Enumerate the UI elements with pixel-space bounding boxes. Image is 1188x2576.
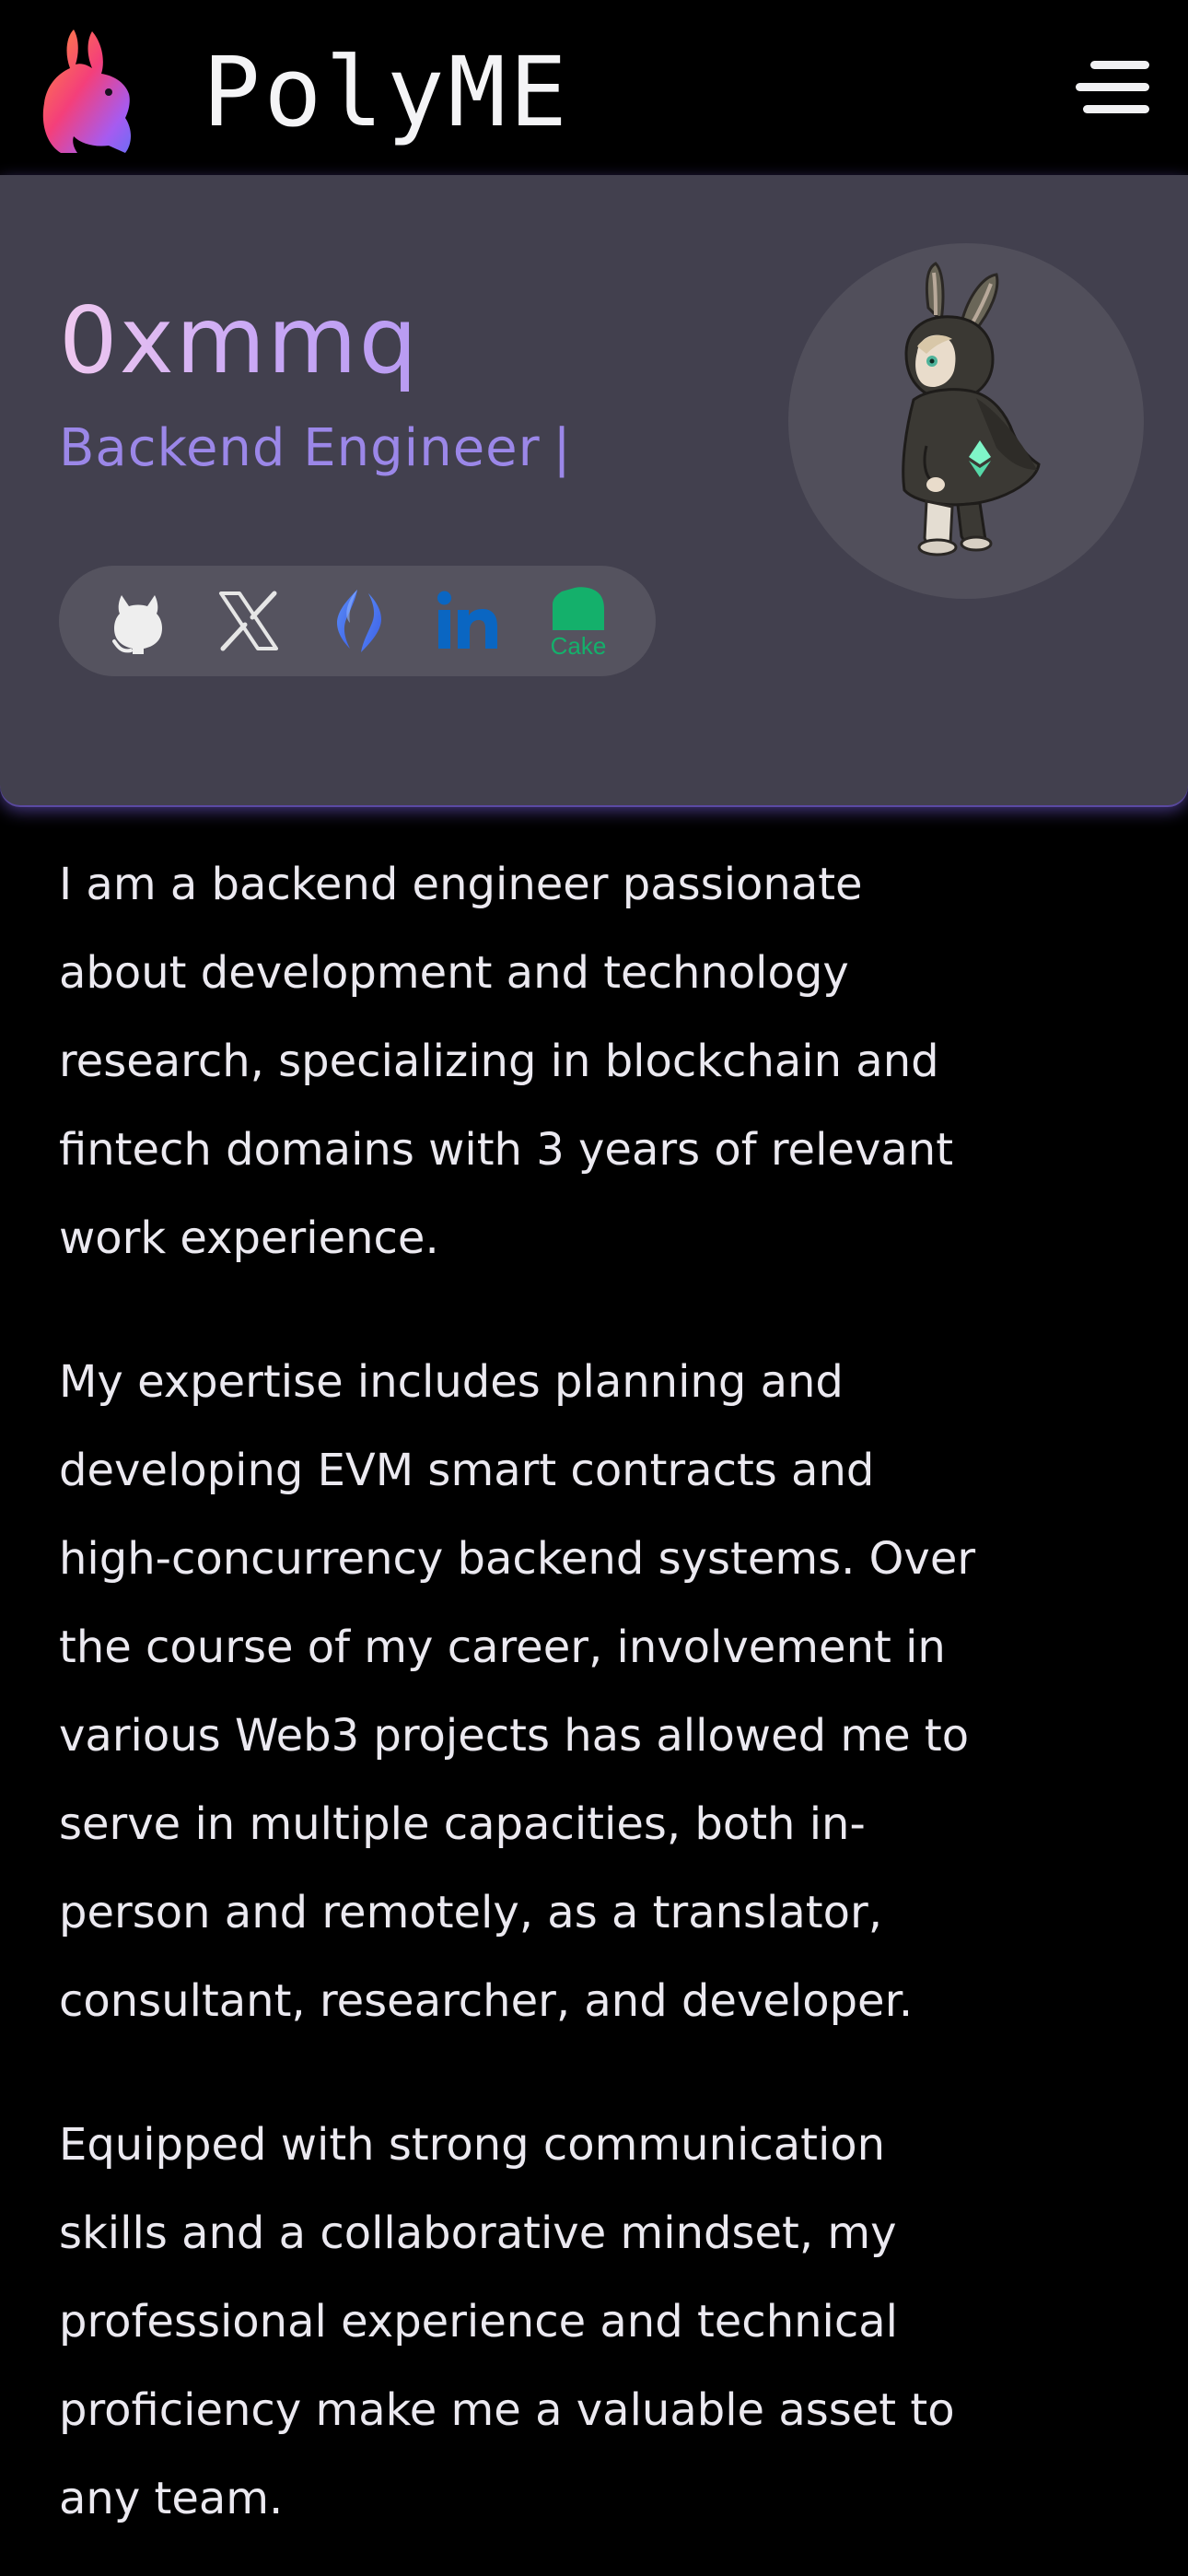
top-navigation-bar: PolyME	[0, 0, 1188, 175]
bunny-logo-icon	[42, 29, 131, 153]
cake-link[interactable]: Cake	[543, 586, 613, 660]
linkedin-icon	[437, 591, 497, 649]
ens-icon	[337, 590, 381, 652]
menu-line	[1076, 83, 1149, 91]
about-paragraph: Equipped with strong communication skill…	[59, 2119, 955, 2524]
github-icon	[112, 595, 162, 654]
profile-name: 0xmmq	[59, 287, 420, 394]
social-links: Cake	[59, 566, 656, 676]
brand-name: PolyME	[203, 36, 571, 148]
linkedin-link[interactable]	[433, 586, 503, 656]
ens-link[interactable]	[324, 586, 394, 656]
avatar	[788, 243, 1144, 599]
brand-logo-link[interactable]: PolyME	[37, 28, 571, 157]
about-paragraph: I am a backend engineer passionate about…	[59, 859, 954, 1264]
profile-card: 0xmmq Backend Engineer | Cake	[0, 175, 1188, 805]
typing-cursor: |	[553, 418, 572, 478]
x-icon	[219, 591, 278, 651]
hamburger-menu-button[interactable]	[1072, 57, 1149, 118]
hamburger-menu-icon	[1090, 61, 1149, 69]
about-section: I am a backend engineer passionate about…	[59, 840, 980, 2576]
github-link[interactable]	[103, 586, 173, 656]
cake-label: Cake	[550, 632, 607, 660]
x-link[interactable]	[214, 586, 284, 656]
profile-role: Backend Engineer |	[59, 416, 572, 481]
about-paragraph: My expertise includes planning and devel…	[59, 1356, 976, 2027]
role-text: Backend Engineer	[59, 418, 541, 478]
menu-line	[1083, 105, 1149, 113]
bunny-hoodie-avatar	[902, 262, 1041, 556]
